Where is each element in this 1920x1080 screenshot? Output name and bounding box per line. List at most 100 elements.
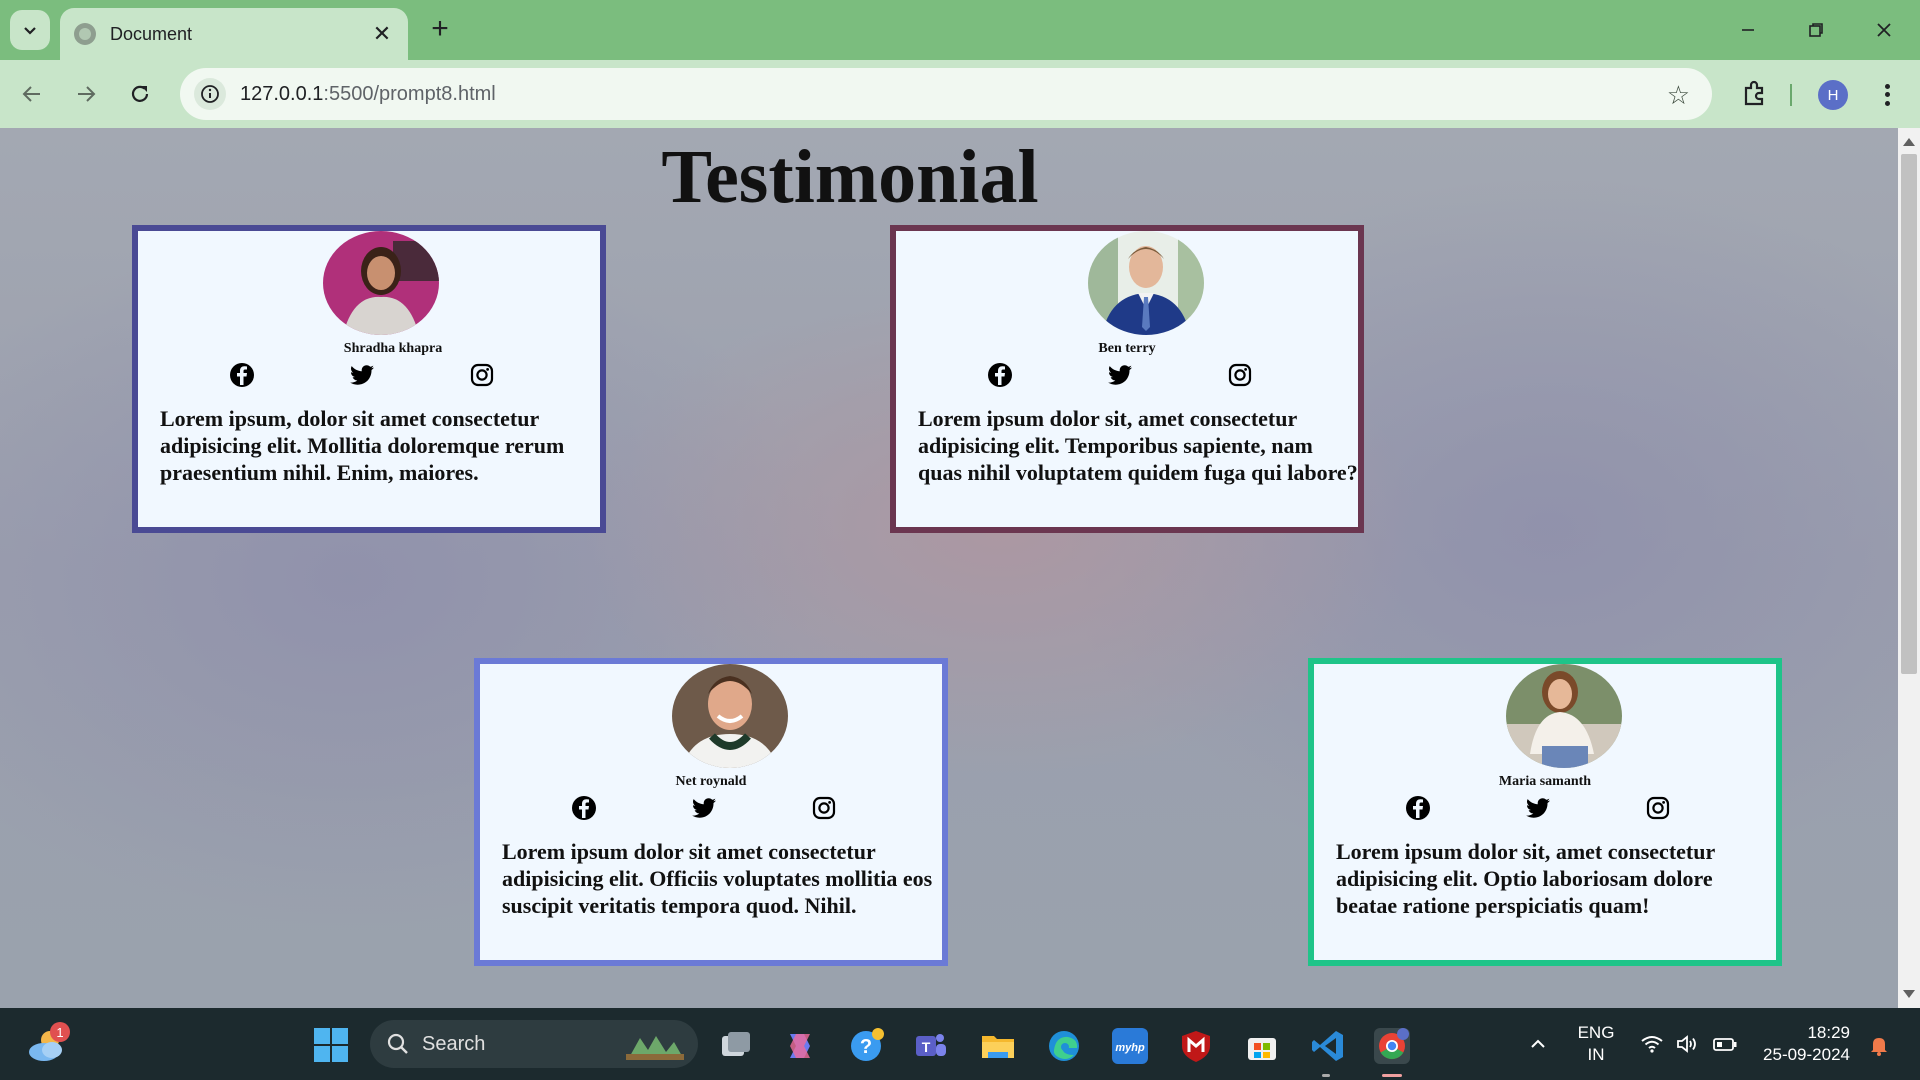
close-icon: [1877, 23, 1891, 37]
taskbar: 1 Search ? T myhp ENG IN 18:29 25-09-202…: [0, 1008, 1920, 1080]
avatar: [672, 664, 788, 768]
windows-start-icon[interactable]: [314, 1028, 348, 1062]
testimonial-card: Shradha khapra Lorem ipsum, dolor sit am…: [132, 225, 606, 533]
testimonial-card: Maria samanth Lorem ipsum dolor sit, ame…: [1308, 658, 1782, 966]
social-links: [1404, 794, 1704, 822]
chevron-down-icon: [24, 27, 36, 35]
testimonial-name: Maria samanth: [1498, 774, 1592, 789]
svg-text:?: ?: [860, 1036, 872, 1058]
instagram-icon[interactable]: [1226, 361, 1254, 389]
page-title: Testimonial: [661, 135, 1039, 219]
language-code: ENG: [1577, 1023, 1615, 1042]
facebook-icon[interactable]: [570, 794, 598, 822]
testimonial-name: Shradha khapra: [343, 341, 443, 356]
vscode-icon[interactable]: [1310, 1028, 1346, 1064]
testimonial-name: Ben terry: [1098, 341, 1156, 356]
scroll-up-arrow-icon[interactable]: [1903, 138, 1915, 146]
page-scrollbar[interactable]: [1898, 128, 1920, 1008]
twitter-icon[interactable]: [690, 794, 718, 822]
facebook-icon[interactable]: [228, 361, 256, 389]
toolbar-divider: [1790, 84, 1792, 106]
input-language[interactable]: ENG IN: [1572, 1022, 1620, 1066]
scroll-down-arrow-icon[interactable]: [1903, 990, 1915, 998]
testimonial-quote: Lorem ipsum dolor sit amet consectetur a…: [502, 839, 933, 918]
instagram-icon[interactable]: [468, 361, 496, 389]
facebook-icon[interactable]: [986, 361, 1014, 389]
search-highlight-icon: [626, 1036, 684, 1060]
arrow-left-icon: [22, 86, 40, 102]
extensions-icon[interactable]: [1738, 78, 1770, 110]
restore-button[interactable]: [1786, 10, 1846, 50]
chevron-up-icon[interactable]: [1528, 1034, 1548, 1060]
reload-icon: [131, 85, 149, 102]
bookmark-star-icon[interactable]: ☆: [1667, 80, 1690, 111]
clock[interactable]: 18:29 25-09-2024: [1750, 1022, 1850, 1066]
tab-search-button[interactable]: [10, 10, 50, 50]
page-viewport: Testimonial Shradha khapra Lorem ipsum, …: [0, 128, 1898, 1008]
avatar: [1506, 664, 1622, 768]
testimonial-card: Net roynald Lorem ipsum dolor sit amet c…: [474, 658, 948, 966]
edge-icon[interactable]: [1046, 1028, 1082, 1064]
site-info-icon[interactable]: [194, 78, 226, 110]
twitter-icon[interactable]: [1524, 794, 1552, 822]
tab-strip: Document ✕ +: [0, 0, 1920, 60]
svg-text:T: T: [922, 1039, 931, 1055]
url-path: :5500/prompt8.html: [323, 82, 496, 105]
clock-time: 18:29: [1807, 1023, 1850, 1042]
social-links: [986, 361, 1286, 389]
testimonial-quote: Lorem ipsum, dolor sit amet consectetur …: [160, 406, 565, 485]
social-links: [570, 794, 870, 822]
testimonial-quote: Lorem ipsum dolor sit, amet consectetur …: [1336, 839, 1715, 918]
minimize-button[interactable]: [1718, 10, 1778, 50]
task-view-icon[interactable]: [718, 1028, 754, 1064]
avatar: [1088, 231, 1204, 335]
twitter-icon[interactable]: [1106, 361, 1134, 389]
clock-date: 25-09-2024: [1763, 1045, 1850, 1064]
twitter-icon[interactable]: [348, 361, 376, 389]
address-bar[interactable]: 127.0.0.1:5500/prompt8.html ☆: [180, 68, 1712, 120]
arrow-right-icon: [78, 86, 96, 102]
instagram-icon[interactable]: [1644, 794, 1672, 822]
chrome-active-indicator: [1382, 1074, 1402, 1077]
globe-icon: [74, 23, 96, 45]
volume-icon[interactable]: [1676, 1034, 1700, 1060]
back-button[interactable]: [12, 74, 52, 114]
search-icon: [387, 1033, 408, 1054]
region-code: IN: [1587, 1045, 1605, 1064]
browser-menu-icon[interactable]: [1872, 78, 1902, 112]
instagram-icon[interactable]: [810, 794, 838, 822]
new-tab-button[interactable]: +: [424, 14, 456, 46]
chrome-icon[interactable]: [1374, 1028, 1410, 1064]
bell-icon[interactable]: [1868, 1034, 1890, 1062]
reload-button[interactable]: [120, 74, 160, 114]
url-host: 127.0.0.1: [240, 82, 324, 105]
copilot-icon[interactable]: [782, 1028, 818, 1064]
testimonial-name: Net roynald: [675, 774, 747, 789]
avatar: [323, 231, 439, 335]
close-icon[interactable]: ✕: [370, 21, 394, 47]
battery-icon[interactable]: [1712, 1034, 1738, 1060]
taskbar-search[interactable]: Search: [370, 1020, 698, 1068]
vscode-running-indicator: [1322, 1074, 1330, 1077]
notification-badge: 1: [50, 1022, 70, 1042]
testimonial-card: Ben terry Lorem ipsum dolor sit, amet co…: [890, 225, 1364, 533]
minimize-icon: [1742, 29, 1754, 31]
browser-tab[interactable]: Document ✕: [60, 8, 408, 60]
file-explorer-icon[interactable]: [980, 1028, 1016, 1064]
svg-text:myhp: myhp: [1115, 1042, 1145, 1054]
forward-button[interactable]: [66, 74, 106, 114]
window-close-button[interactable]: [1854, 10, 1914, 50]
profile-avatar[interactable]: H: [1818, 80, 1848, 110]
help-icon[interactable]: ?: [848, 1028, 884, 1064]
wifi-icon[interactable]: [1640, 1034, 1664, 1060]
teams-icon[interactable]: T: [912, 1028, 948, 1064]
social-links: [228, 361, 528, 389]
tab-title: Document: [110, 23, 193, 44]
myhp-icon[interactable]: myhp: [1112, 1028, 1148, 1064]
microsoft-store-icon[interactable]: [1244, 1028, 1280, 1064]
scrollbar-thumb[interactable]: [1901, 154, 1917, 674]
facebook-icon[interactable]: [1404, 794, 1432, 822]
mcafee-icon[interactable]: [1178, 1028, 1214, 1064]
search-label: Search: [422, 1032, 486, 1055]
testimonial-quote: Lorem ipsum dolor sit, amet consectetur …: [918, 406, 1358, 485]
